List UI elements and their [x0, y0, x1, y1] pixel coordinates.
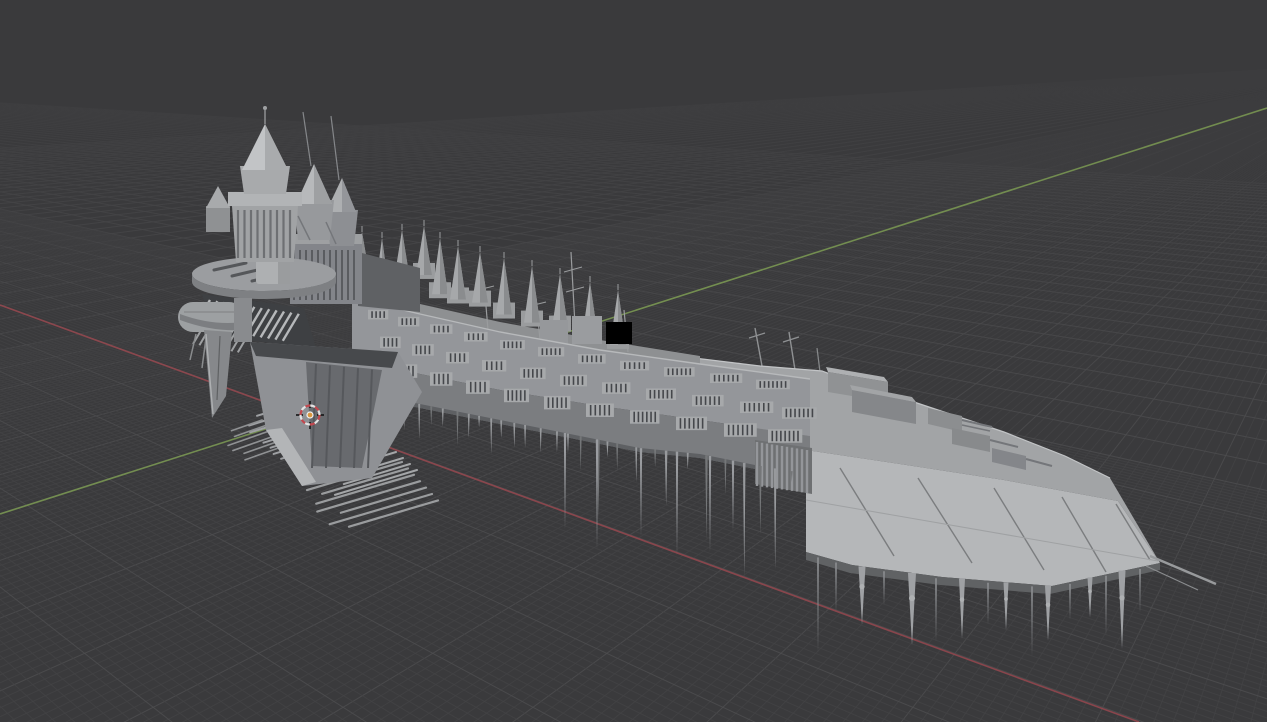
main-tower-upper [240, 166, 290, 194]
parapet-block [572, 316, 602, 344]
spire-ball [263, 106, 267, 110]
main-tower-cornice [228, 192, 302, 206]
side-pod [206, 206, 230, 232]
nose-bracket [234, 298, 252, 342]
viewport-canvas[interactable] [0, 0, 1267, 722]
blender-3d-viewport[interactable] [0, 0, 1267, 722]
parapet-block [606, 322, 632, 344]
